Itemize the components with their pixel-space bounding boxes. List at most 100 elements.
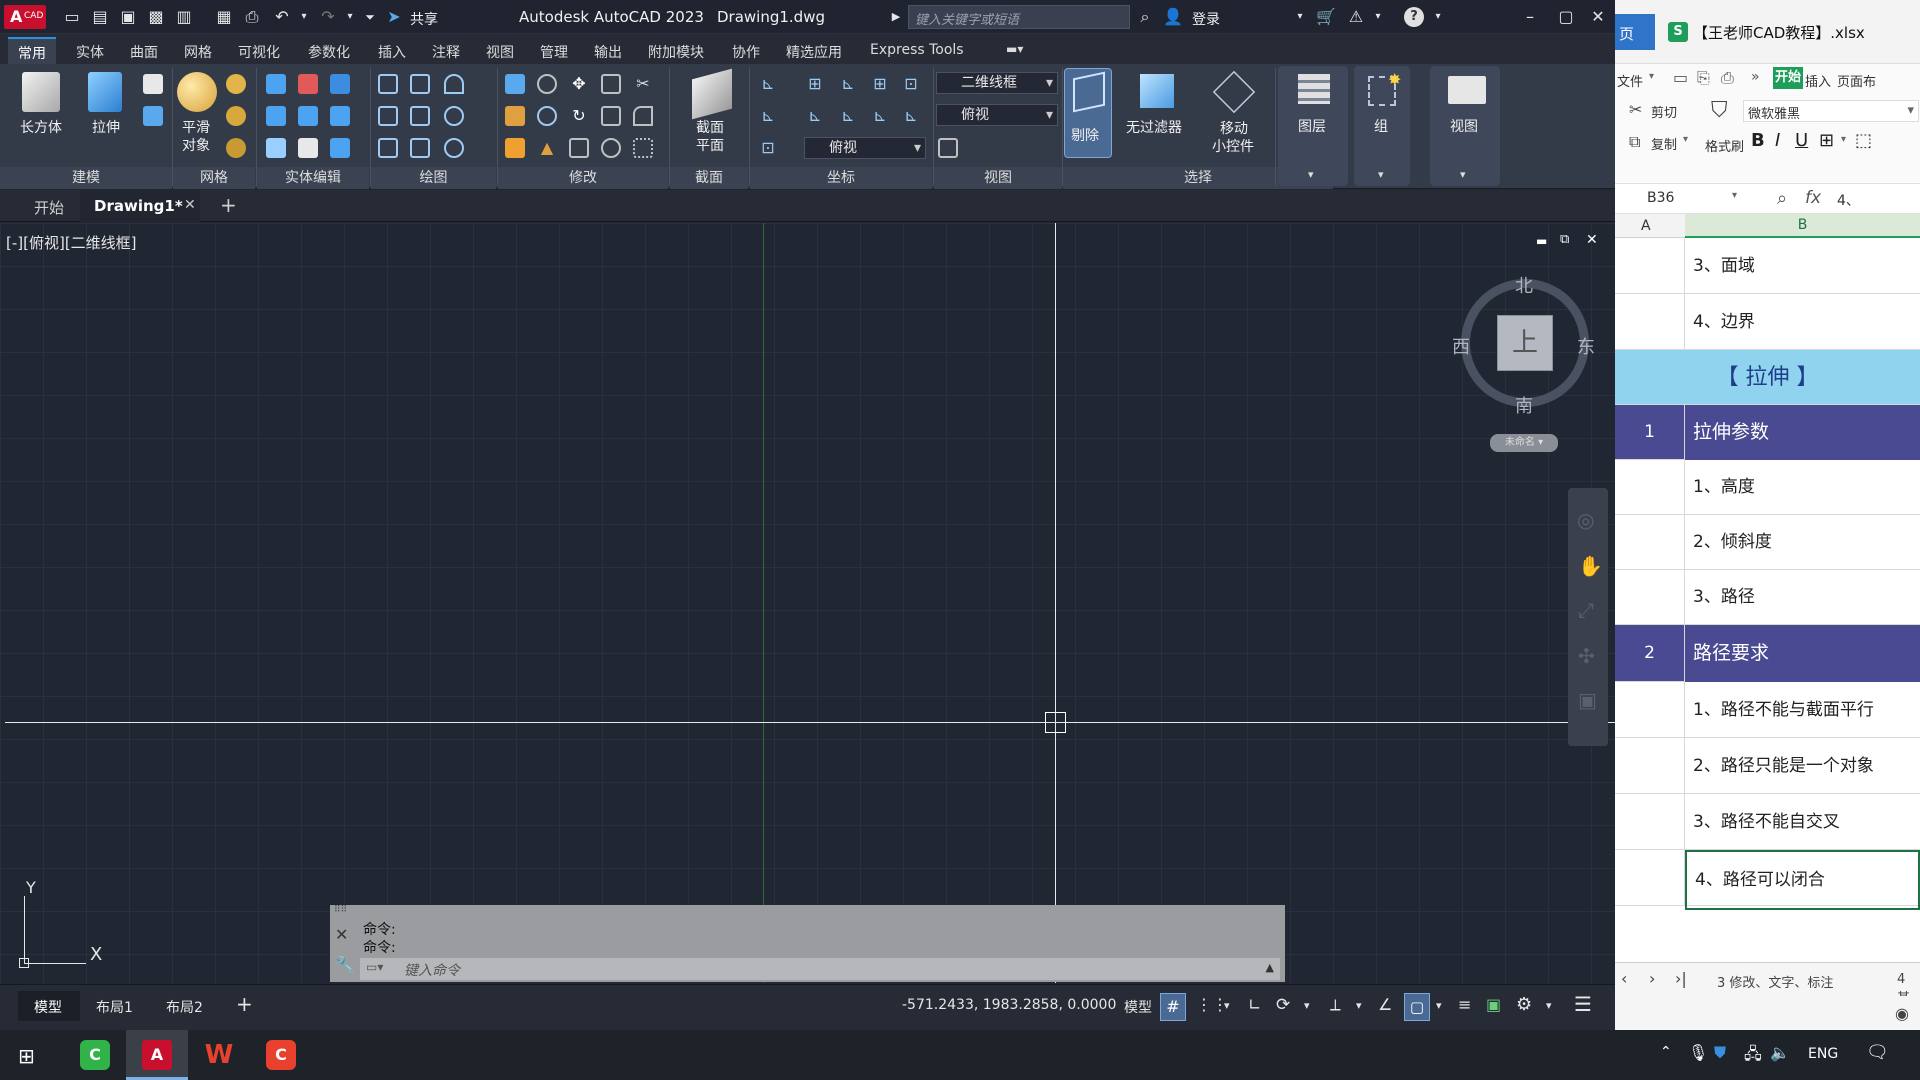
cell-b[interactable]: 4、路径可以闭合 [1685, 850, 1920, 910]
expand-arrow-icon[interactable]: ▶ [886, 7, 906, 27]
zoom-extents-icon[interactable]: ⤢ [1578, 598, 1594, 622]
tab-view[interactable]: 视图 [486, 42, 514, 62]
ucs-menu-button[interactable]: 未命名 ▾ [1490, 434, 1558, 452]
cut-icon[interactable]: ✂ [1629, 100, 1642, 119]
security-icon[interactable]: ⛊ [1714, 1043, 1726, 1063]
tab-output[interactable]: 输出 [594, 42, 622, 62]
erase-icon[interactable] [505, 106, 525, 126]
rectangle-icon[interactable] [410, 138, 430, 158]
move-icon[interactable] [505, 74, 525, 94]
save-icon[interactable]: ▣ [118, 7, 138, 27]
cell-b[interactable]: 3、路径 [1693, 570, 1755, 625]
border-dropdown-icon[interactable]: ▾ [1841, 134, 1846, 145]
no-filter-icon[interactable] [1140, 74, 1174, 108]
command-input[interactable]: ▭▾ 键入命令 ▲ [360, 958, 1280, 980]
new-icon[interactable]: ▭ [62, 7, 82, 27]
pan-icon[interactable]: ✋ [1578, 554, 1603, 578]
sheet-prev-icon[interactable]: ‹ [1621, 969, 1627, 988]
cell-b[interactable]: 1、路径不能与截面平行 [1693, 682, 1874, 738]
tab-manage[interactable]: 管理 [540, 42, 568, 62]
smooth-button-line2[interactable]: 对象 [182, 137, 210, 155]
view-preset-dropdown[interactable]: 俯视 [936, 104, 1058, 126]
array-icon[interactable] [537, 106, 557, 126]
osnap-icon[interactable]: ▢ [1404, 993, 1430, 1021]
ucs-view-icon[interactable]: ⊾ [901, 106, 921, 126]
zoom-search-icon[interactable]: ⌕ [1777, 188, 1787, 209]
ucs-3point-icon[interactable]: ⊾ [758, 106, 778, 126]
visual-style-dropdown[interactable]: 二维线框 [936, 72, 1058, 94]
viewport-close-icon[interactable]: ✕ [1586, 232, 1598, 248]
move-gizmo-line2[interactable]: 小控件 [1212, 138, 1254, 156]
print-icon[interactable]: ⎙ [242, 7, 262, 27]
union-icon[interactable] [266, 74, 286, 94]
group-section-label[interactable]: 截面 [670, 167, 748, 189]
table-row[interactable]: 1、路径不能与截面平行 [1615, 682, 1920, 738]
add-layout-icon[interactable]: + [236, 992, 253, 1016]
separate-icon[interactable] [330, 138, 350, 158]
smooth-button-line1[interactable]: 平滑 [182, 119, 210, 137]
fx-icon[interactable]: fx [1805, 188, 1821, 208]
column-b-header[interactable]: B [1685, 214, 1920, 238]
fillet-icon[interactable] [633, 106, 653, 126]
thicken-icon[interactable] [298, 138, 318, 158]
menu-page-layout[interactable]: 页面布 [1837, 71, 1876, 90]
copy-button[interactable]: 复制 [1651, 134, 1677, 153]
mirror-icon[interactable] [601, 106, 621, 126]
cell-a[interactable] [1615, 682, 1685, 737]
font-select[interactable]: 微软雅黑 ▾ [1743, 100, 1919, 122]
mesh-sphere-icon[interactable] [226, 74, 246, 94]
interfere-icon[interactable] [298, 106, 318, 126]
minimize-icon[interactable]: – [1520, 7, 1540, 27]
app-dropdown-icon[interactable]: ▾ [1368, 7, 1388, 27]
help-icon[interactable]: ? [1404, 7, 1424, 27]
cell-b[interactable]: 【 拉伸 】 [1615, 350, 1920, 405]
cell-b[interactable]: 2、路径只能是一个对象 [1693, 738, 1874, 794]
sheet-next-icon[interactable]: › [1649, 969, 1655, 988]
column-a-header[interactable]: A [1641, 218, 1651, 234]
share-button[interactable]: 共享 [410, 9, 438, 29]
cell-a[interactable] [1615, 238, 1685, 293]
table-row[interactable]: 3、路径不能自交叉 [1615, 794, 1920, 850]
scale-icon[interactable] [569, 138, 589, 158]
notification-icon[interactable]: 🗨 [1866, 1042, 1889, 1063]
polar-icon[interactable]: ⟳ [1276, 995, 1290, 1015]
taskbar-autocad[interactable]: A [126, 1030, 188, 1080]
open-icon[interactable]: ▤ [90, 7, 110, 27]
share-icon[interactable]: ➤ [384, 7, 404, 27]
view-button[interactable]: 视图 ▾ [1430, 66, 1500, 186]
plot-icon[interactable]: ▦ [214, 7, 234, 27]
sheet-tab-3[interactable]: 3 修改、文字、标注 [1717, 972, 1833, 991]
fill-icon[interactable]: ⬚ [1855, 130, 1872, 151]
format-painter-icon[interactable]: ⛉ [1711, 98, 1728, 123]
tab-layout2[interactable]: 布局2 [166, 997, 203, 1017]
search-input[interactable]: 键入关键字或短语 [908, 5, 1130, 29]
menu-file-dropdown-icon[interactable]: ▾ [1649, 71, 1654, 82]
tab-visualize[interactable]: 可视化 [238, 42, 280, 62]
cell-b[interactable]: 4、边界 [1693, 294, 1755, 350]
extrude-button[interactable]: 拉伸 [92, 119, 120, 137]
osnap-dropdown-icon[interactable]: ▾ [1436, 999, 1442, 1012]
tab-start[interactable]: 开始 [34, 197, 64, 218]
copy-icon[interactable] [601, 74, 621, 94]
align-icon[interactable]: ▲ [537, 138, 557, 158]
drawing-canvas[interactable] [0, 223, 1615, 983]
shell-icon[interactable] [266, 138, 286, 158]
cell-b[interactable]: 路径要求 [1685, 625, 1920, 682]
undo-dropdown-icon[interactable]: ▾ [294, 7, 314, 27]
tab-surface[interactable]: 曲面 [130, 42, 158, 62]
orbit-icon[interactable]: ✣ [1578, 644, 1595, 668]
cell-a[interactable] [1615, 794, 1685, 849]
menu-insert[interactable]: 插入 [1805, 71, 1831, 90]
table-row[interactable]: 3、面域 [1615, 238, 1920, 294]
subtract-icon[interactable] [298, 74, 318, 94]
pencil-icon[interactable] [505, 138, 525, 158]
close-tab-icon[interactable]: ✕ [184, 197, 196, 213]
autodesk-app-icon[interactable]: ⚠ [1346, 7, 1366, 27]
redo-dropdown-icon[interactable]: ▾ [340, 7, 360, 27]
section-plane-icon[interactable] [692, 68, 732, 120]
compass-north[interactable]: 北 [1515, 272, 1533, 298]
model-space-button[interactable]: 模型 [1124, 997, 1152, 1017]
section-plane-line2[interactable]: 平面 [696, 137, 724, 155]
ucs-zrot-icon[interactable]: ⊾ [870, 106, 890, 126]
italic-icon[interactable]: I [1775, 130, 1780, 151]
